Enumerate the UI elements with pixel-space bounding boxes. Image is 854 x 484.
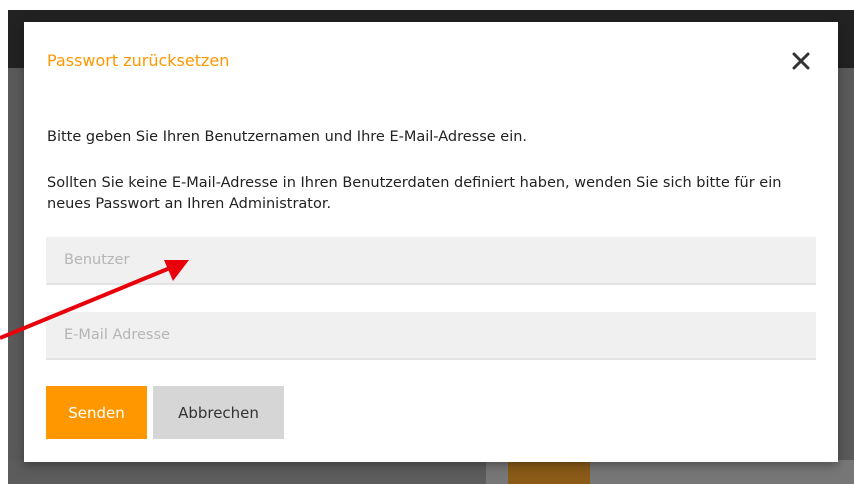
username-input[interactable] — [46, 237, 816, 285]
cancel-button[interactable]: Abbrechen — [153, 386, 284, 439]
dialog-title: Passwort zurücksetzen — [47, 51, 230, 70]
close-button[interactable] — [788, 48, 814, 74]
send-button[interactable]: Senden — [46, 386, 147, 439]
close-icon — [792, 52, 810, 70]
dialog-note: Sollten Sie keine E-Mail-Adresse in Ihre… — [47, 175, 782, 212]
dimmed-app-footer-left — [8, 460, 486, 484]
dialog-instruction: Bitte geben Sie Ihren Benutzernamen und … — [47, 129, 528, 145]
email-input[interactable] — [46, 312, 816, 360]
reset-password-dialog: Passwort zurücksetzen Bitte geben Sie Ih… — [24, 22, 838, 462]
